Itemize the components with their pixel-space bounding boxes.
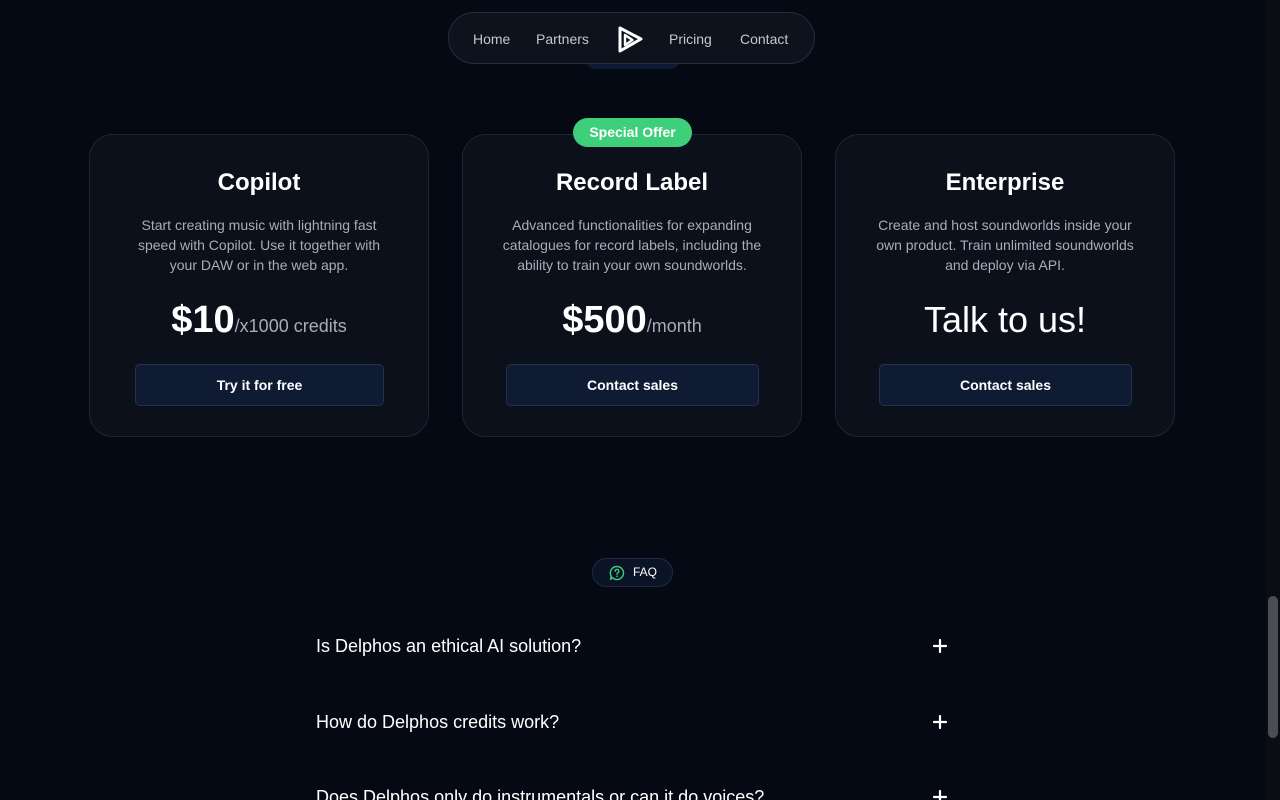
plan-price-unit: /month [646,316,702,336]
faq-item[interactable]: How do Delphos credits work? [316,710,948,750]
floating-navbar: Home Partners Pricing Contact [448,12,815,64]
faq-item[interactable]: Does Delphos only do instrumentals or ca… [316,785,948,800]
pricing-card-record-label: Record Label Advanced functionalities fo… [462,134,802,437]
chat-question-icon [609,565,625,581]
plan-price-amount: $10 [171,299,235,341]
plan-price-unit: /x1000 credits [234,316,347,336]
nav-home-link[interactable]: Home [473,13,510,65]
plan-price-amount: $500 [562,299,647,341]
plan-price-talk: Talk to us! [923,299,1087,340]
plan-price: $10/x1000 credits [90,295,428,345]
contact-sales-button[interactable]: Contact sales [506,364,759,406]
nav-pricing-link[interactable]: Pricing [669,13,712,65]
plan-title: Copilot [217,169,301,196]
nav-partners-link[interactable]: Partners [536,13,589,65]
pricing-card-copilot: Copilot Start creating music with lightn… [89,134,429,437]
faq-question[interactable]: Is Delphos an ethical AI solution? [316,634,581,658]
contact-sales-button[interactable]: Contact sales [879,364,1132,406]
faq-question[interactable]: How do Delphos credits work? [316,710,559,734]
pricing-page: Home Partners Pricing Contact Special Of… [0,0,1280,800]
nav-contact-link[interactable]: Contact [740,13,788,65]
plan-price: $500/month [463,295,801,345]
faq-question[interactable]: Does Delphos only do instrumentals or ca… [316,785,764,800]
plus-icon[interactable] [932,638,948,654]
plan-description: Start creating music with lightning fast… [137,217,380,273]
play-triangle-logo-icon[interactable] [615,24,645,54]
plan-description: Advanced functionalities for expanding c… [502,217,762,273]
faq-section-label: FAQ [592,558,673,587]
faq-item[interactable]: Is Delphos an ethical AI solution? [316,634,948,674]
plan-title: Record Label [555,169,709,196]
plus-icon[interactable] [932,789,948,800]
faq-label: FAQ [633,565,658,579]
plan-price: Talk to us! [836,295,1174,345]
special-offer-badge: Special Offer [573,118,692,147]
plan-description: Create and host soundworlds inside your … [876,217,1134,273]
pricing-card-enterprise: Enterprise Create and host soundworlds i… [835,134,1175,437]
plan-title: Enterprise [945,169,1065,196]
scrollbar-thumb[interactable] [1268,596,1278,738]
try-free-button[interactable]: Try it for free [135,364,384,406]
plus-icon[interactable] [932,714,948,730]
